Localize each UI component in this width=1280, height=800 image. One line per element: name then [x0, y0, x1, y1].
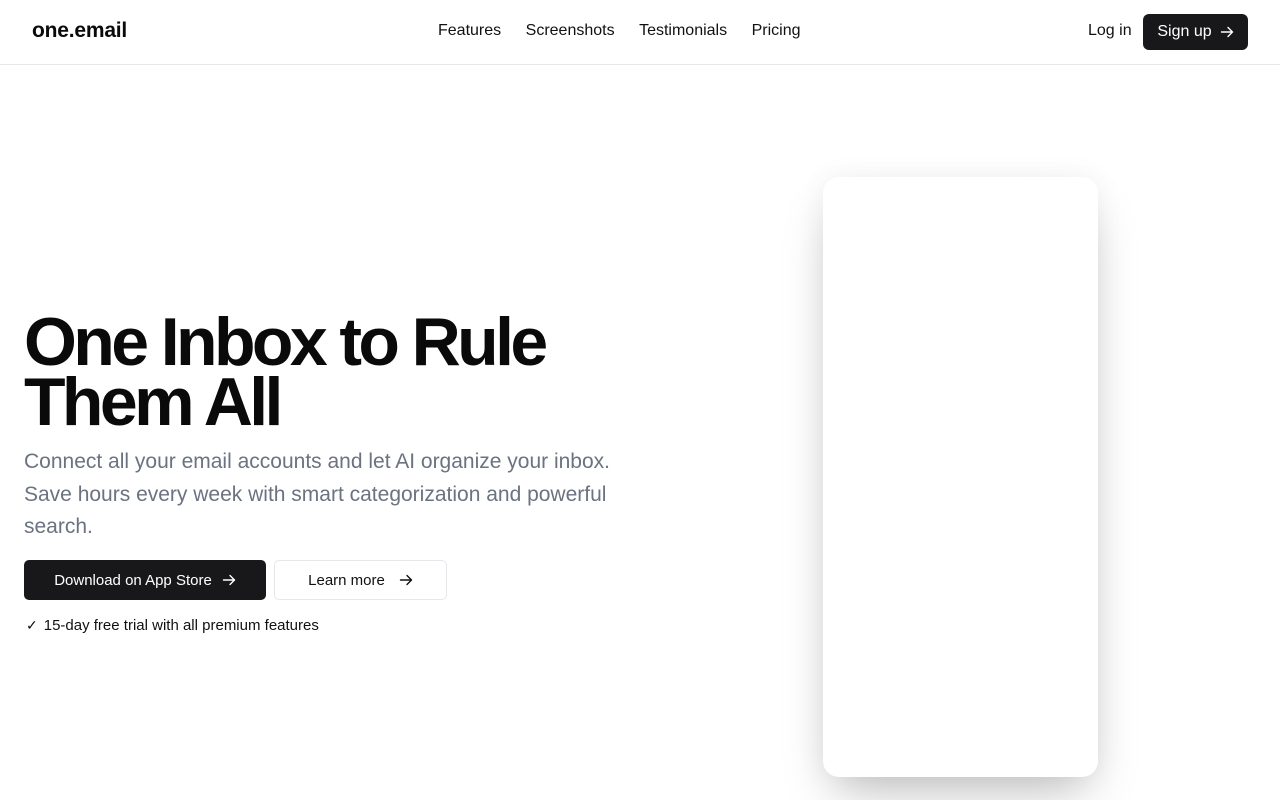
arrow-right-icon: [1220, 26, 1233, 38]
signup-label: Sign up: [1157, 23, 1212, 40]
trial-text: 15-day free trial with all premium featu…: [43, 617, 319, 634]
arrow-right-icon: [399, 574, 413, 586]
login-link[interactable]: Log in: [1088, 22, 1132, 40]
nav-link-testimonials[interactable]: Testimonials: [639, 22, 727, 40]
download-app-store-button[interactable]: Download on App Store: [24, 560, 266, 600]
brand-logo[interactable]: one.email: [32, 19, 127, 43]
nav-link-features[interactable]: Features: [438, 22, 501, 40]
hero-title: One Inbox to Rule Them All: [24, 308, 624, 436]
signup-button[interactable]: Sign up: [1143, 14, 1248, 50]
trial-note: ✓ 15-day free trial with all premium fea…: [26, 617, 319, 634]
top-navbar: one.email Features Screenshots Testimoni…: [0, 0, 1280, 65]
hero-title-line-2: Them All: [24, 364, 283, 440]
learn-more-button[interactable]: Learn more: [274, 560, 447, 600]
hero-subtitle: Connect all your email accounts and let …: [24, 450, 611, 538]
nav-links: Features Screenshots Testimonials Pricin…: [438, 22, 825, 40]
check-icon: ✓: [26, 617, 38, 633]
nav-link-pricing[interactable]: Pricing: [752, 22, 801, 40]
phone-mockup: [823, 177, 1098, 777]
arrow-right-icon: [222, 574, 236, 586]
download-button-label: Download on App Store: [54, 571, 212, 589]
nav-link-screenshots[interactable]: Screenshots: [526, 22, 615, 40]
learn-more-label: Learn more: [308, 571, 385, 589]
